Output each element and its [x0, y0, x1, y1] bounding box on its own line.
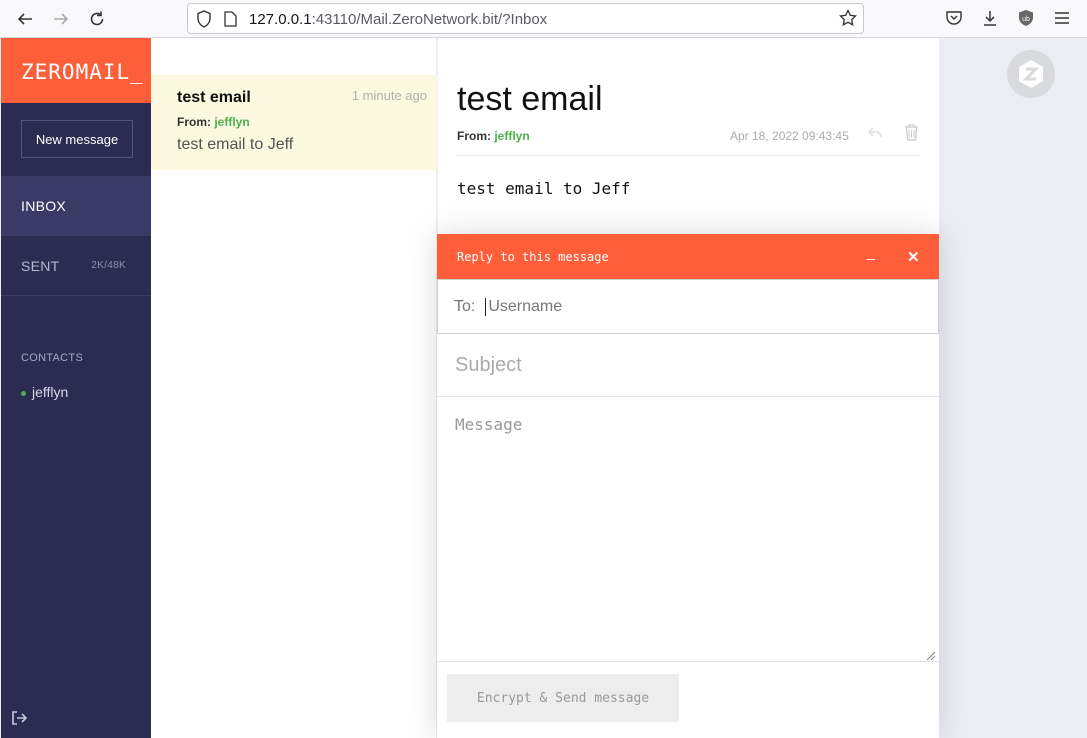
- resize-grip-icon[interactable]: [926, 648, 936, 661]
- message-title: test email: [457, 80, 603, 118]
- subject-row: [437, 335, 939, 397]
- to-label: To:: [454, 297, 476, 315]
- reply-icon[interactable]: [868, 126, 884, 140]
- back-icon[interactable]: [13, 7, 37, 31]
- download-icon[interactable]: [979, 7, 1001, 29]
- to-row: To:: [437, 279, 939, 334]
- close-button[interactable]: ✕: [907, 248, 920, 266]
- online-dot-icon: [21, 390, 26, 396]
- contact-name: jefflyn: [32, 384, 69, 400]
- message-preview: test email to Jeff: [177, 136, 294, 153]
- url-text: 127.0.0.1:43110/Mail.ZeroNetwork.bit/?In…: [249, 11, 547, 28]
- page-icon: [224, 11, 237, 32]
- from-name[interactable]: jefflyn: [214, 115, 249, 129]
- message-from: From: jefflyn: [177, 115, 250, 129]
- subject-input[interactable]: [455, 354, 915, 377]
- message-body: test email to Jeff: [457, 179, 631, 198]
- composer-title: Reply to this message: [457, 250, 609, 264]
- logout-icon[interactable]: [11, 711, 29, 727]
- nav-inbox[interactable]: INBOX: [1, 176, 151, 236]
- sent-size: 2K/48K: [91, 260, 126, 271]
- reload-icon[interactable]: [85, 7, 109, 31]
- zeronet-logo-icon: [1019, 60, 1043, 88]
- composer-header: Reply to this message _ ✕: [437, 234, 939, 279]
- address-bar[interactable]: 127.0.0.1:43110/Mail.ZeroNetwork.bit/?In…: [187, 3, 864, 34]
- nav-sent-label: SENT: [21, 257, 60, 274]
- sidebar: ZEROMAIL_ New message INBOX SENT 2K/48K …: [1, 38, 151, 738]
- reader-from-name[interactable]: jefflyn: [494, 129, 529, 143]
- url-path: :43110/Mail.ZeroNetwork.bit/?Inbox: [311, 11, 548, 28]
- message-input[interactable]: [437, 397, 939, 662]
- message-list: test email 1 minute ago From: jefflyn te…: [151, 38, 437, 738]
- trash-icon[interactable]: [904, 124, 920, 141]
- shield-icon[interactable]: [196, 10, 212, 33]
- bookmark-star-icon[interactable]: [839, 8, 857, 32]
- minimize-button[interactable]: _: [867, 244, 875, 260]
- contacts-heading: CONTACTS: [21, 352, 84, 364]
- contact-item[interactable]: jefflyn: [21, 384, 68, 400]
- nav-sent[interactable]: SENT 2K/48K: [1, 236, 151, 296]
- new-message-button[interactable]: New message: [21, 120, 133, 158]
- message-subject: test email: [177, 89, 251, 106]
- pocket-icon[interactable]: [943, 7, 965, 29]
- reply-composer: Reply to this message _ ✕ To: Encrypt & …: [437, 234, 939, 738]
- from-label: From:: [177, 115, 211, 129]
- logo[interactable]: ZEROMAIL_: [1, 38, 151, 103]
- svg-text:ub: ub: [1022, 16, 1030, 23]
- menu-icon[interactable]: [1051, 7, 1073, 29]
- logo-text: ZEROMAIL_: [21, 60, 144, 84]
- message-time: 1 minute ago: [351, 88, 427, 103]
- zeronet-badge[interactable]: [1007, 50, 1055, 98]
- browser-toolbar: 127.0.0.1:43110/Mail.ZeroNetwork.bit/?In…: [0, 0, 1087, 38]
- send-button[interactable]: Encrypt & Send message: [447, 674, 679, 722]
- list-item[interactable]: test email 1 minute ago From: jefflyn te…: [151, 75, 437, 170]
- reader-from: From: jefflyn: [457, 129, 530, 143]
- ublock-icon[interactable]: ub: [1015, 7, 1037, 29]
- url-host: 127.0.0.1: [249, 11, 312, 28]
- nav-inbox-label: INBOX: [21, 198, 67, 214]
- forward-icon[interactable]: [49, 7, 73, 31]
- reader-from-label: From:: [457, 129, 491, 143]
- message-date: Apr 18, 2022 09:43:45: [730, 129, 849, 143]
- divider: [457, 155, 920, 156]
- to-input[interactable]: [485, 297, 886, 316]
